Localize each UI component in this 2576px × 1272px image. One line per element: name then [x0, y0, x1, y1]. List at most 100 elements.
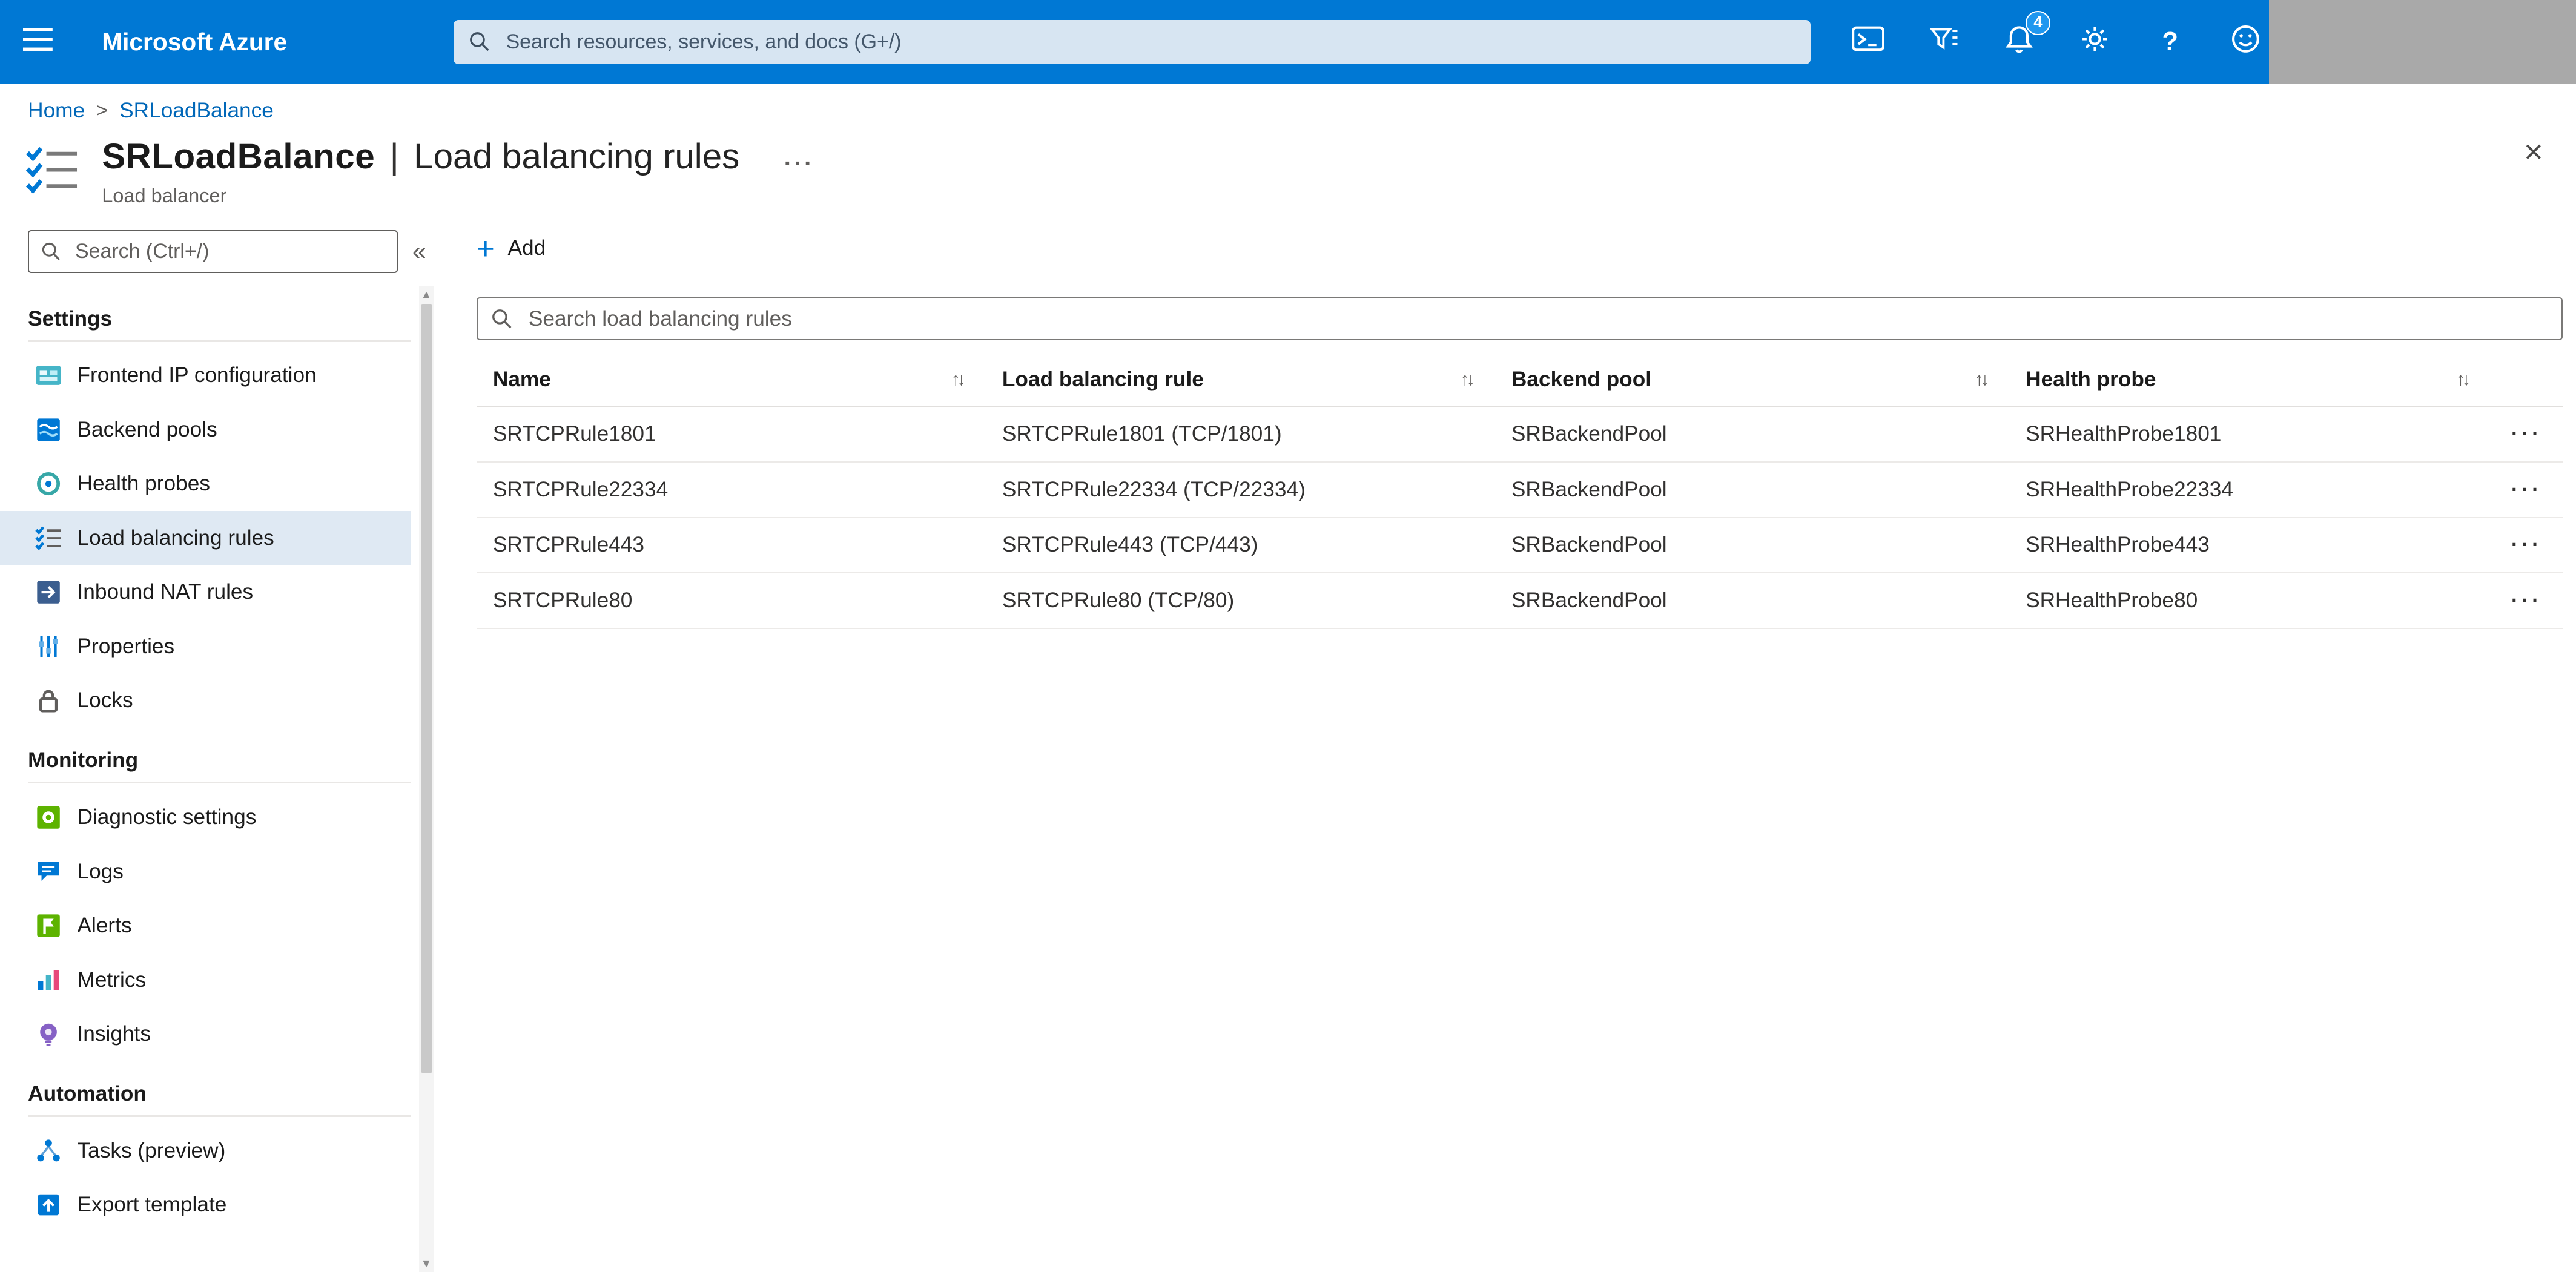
- sidebar-item-label: Properties: [77, 634, 175, 658]
- cloud-shell-icon: [1851, 26, 1884, 58]
- table-row[interactable]: SRTCPRule443 SRTCPRule443 (TCP/443) SRBa…: [476, 518, 2563, 574]
- sidebar-item-metrics[interactable]: Metrics: [0, 953, 411, 1007]
- load-balancing-rules-panel: + Add Name ↑↓ Load balancing rule ↑↓: [440, 227, 2576, 1272]
- sort-icon: ↑↓: [951, 369, 966, 390]
- settings-button[interactable]: [2076, 22, 2113, 62]
- sidebar-item-insights[interactable]: Insights: [0, 1007, 411, 1061]
- table-header-row: Name ↑↓ Load balancing rule ↑↓ Backend p…: [476, 354, 2563, 407]
- sort-icon: ↑↓: [1460, 369, 1475, 390]
- table-row[interactable]: SRTCPRule22334 SRTCPRule22334 (TCP/22334…: [476, 463, 2563, 518]
- directory-filter-button[interactable]: [1926, 22, 1962, 62]
- column-header-load-balancing-rule[interactable]: Load balancing rule ↑↓: [986, 367, 1495, 392]
- column-label: Name: [492, 367, 551, 392]
- cell-backend-pool: SRBackendPool: [1511, 422, 1667, 446]
- sidebar-item-label: Metrics: [77, 967, 147, 992]
- close-blade-button[interactable]: ×: [2524, 136, 2543, 168]
- column-header-name[interactable]: Name ↑↓: [477, 367, 986, 392]
- column-label: Backend pool: [1511, 367, 1652, 392]
- add-rule-button[interactable]: + Add: [477, 232, 546, 264]
- cell-name: SRTCPRule22334: [492, 477, 669, 501]
- title-divider: |: [389, 137, 399, 177]
- rules-table: Name ↑↓ Load balancing rule ↑↓ Backend p…: [476, 354, 2563, 629]
- resource-type-subtitle: Load balancer: [102, 185, 227, 207]
- frontend-ip-icon: [35, 361, 62, 389]
- add-button-label: Add: [507, 236, 546, 260]
- cell-rule: SRTCPRule443 (TCP/443): [1002, 533, 1258, 557]
- sidebar-item-backend-pools[interactable]: Backend pools: [0, 403, 411, 457]
- feedback-button[interactable]: [2228, 22, 2264, 62]
- rules-search-box: [476, 297, 2563, 341]
- rules-search-input[interactable]: [525, 305, 2549, 333]
- tasks-icon: [35, 1137, 62, 1165]
- search-icon: [492, 309, 512, 329]
- sidebar-item-properties[interactable]: Properties: [0, 619, 411, 674]
- account-menu-redacted[interactable]: [2268, 0, 2576, 84]
- cell-name: SRTCPRule80: [492, 588, 633, 612]
- blade-name: Load balancing rules: [414, 137, 740, 177]
- help-button[interactable]: ?: [2152, 22, 2188, 62]
- column-header-backend-pool[interactable]: Backend pool ↑↓: [1495, 367, 2009, 392]
- sidebar-item-label: Alerts: [77, 914, 132, 938]
- backend-pools-icon: [35, 416, 62, 444]
- command-bar: + Add: [477, 227, 2563, 270]
- sidebar-item-export-template[interactable]: Export template: [0, 1178, 411, 1232]
- column-header-health-probe[interactable]: Health probe ↑↓: [2009, 367, 2491, 392]
- sidebar-search-box: [28, 230, 398, 273]
- global-search-input[interactable]: [503, 28, 1796, 56]
- cell-health-probe: SRHealthProbe443: [2026, 533, 2210, 557]
- topbar-actions: 4 ?: [1850, 0, 2264, 84]
- insights-icon: [35, 1020, 62, 1048]
- sidebar-item-label: Logs: [77, 859, 124, 883]
- sidebar-item-diagnostic-settings[interactable]: Diagnostic settings: [0, 790, 411, 845]
- global-search-bar: [453, 19, 1811, 64]
- logs-icon: [35, 857, 62, 885]
- inbound-nat-rules-icon: [35, 578, 62, 606]
- topbar: Microsoft Azure 4: [0, 0, 2576, 84]
- sidebar-item-locks[interactable]: Locks: [0, 674, 411, 728]
- section-title-monitoring: Monitoring: [28, 748, 139, 773]
- scrollbar-up-arrow[interactable]: ▲: [419, 286, 434, 303]
- scrollbar-thumb[interactable]: [420, 304, 432, 1073]
- sidebar-scrollbar[interactable]: ▲ ▼: [418, 286, 434, 1272]
- sort-icon: ↑↓: [1974, 369, 1989, 390]
- table-row[interactable]: SRTCPRule80 SRTCPRule80 (TCP/80) SRBacke…: [476, 573, 2563, 629]
- load-balancing-rules-icon: [35, 524, 62, 552]
- sidebar-item-label: Load balancing rules: [77, 526, 274, 550]
- sidebar-item-alerts[interactable]: Alerts: [0, 898, 411, 953]
- sidebar-collapse-button[interactable]: «: [412, 237, 426, 266]
- notifications-button[interactable]: 4: [2001, 10, 2050, 62]
- azure-portal-window: Microsoft Azure 4: [0, 0, 2576, 1272]
- sidebar-item-inbound-nat-rules[interactable]: Inbound NAT rules: [0, 565, 411, 620]
- row-more-button[interactable]: ···: [2491, 423, 2563, 445]
- sidebar-item-frontend-ip-configuration[interactable]: Frontend IP configuration: [0, 349, 411, 403]
- row-more-button[interactable]: ···: [2491, 533, 2563, 556]
- breadcrumb: Home > SRLoadBalance: [28, 99, 2576, 123]
- sidebar-item-tasks-preview[interactable]: Tasks (preview): [0, 1124, 411, 1178]
- sidebar-item-label: Inbound NAT rules: [77, 580, 254, 604]
- smiley-icon: [2231, 24, 2261, 59]
- row-more-button[interactable]: ···: [2491, 478, 2563, 501]
- section-title-settings: Settings: [28, 306, 113, 331]
- sidebar-item-health-probes[interactable]: Health probes: [0, 457, 411, 512]
- resource-name: SRLoadBalance: [102, 137, 375, 177]
- cell-health-probe: SRHealthProbe80: [2026, 588, 2198, 612]
- metrics-icon: [35, 966, 62, 994]
- table-row[interactable]: SRTCPRule1801 SRTCPRule1801 (TCP/1801) S…: [476, 407, 2563, 463]
- row-more-button[interactable]: ···: [2491, 589, 2563, 611]
- breadcrumb-resource-link[interactable]: SRLoadBalance: [119, 99, 274, 123]
- sidebar-item-logs[interactable]: Logs: [0, 845, 411, 899]
- lock-icon: [35, 687, 62, 714]
- cloud-shell-button[interactable]: [1850, 22, 1886, 62]
- sidebar-item-load-balancing-rules[interactable]: Load balancing rules: [0, 511, 411, 565]
- sidebar-search-input[interactable]: [71, 238, 385, 265]
- scrollbar-down-arrow[interactable]: ▼: [419, 1256, 434, 1272]
- health-probes-icon: [35, 470, 62, 498]
- azure-brand-link[interactable]: Microsoft Azure: [102, 28, 287, 56]
- divider: [28, 782, 411, 784]
- gear-icon: [2080, 24, 2110, 59]
- sidebar-item-label: Export template: [77, 1193, 227, 1217]
- sidebar-top: «: [28, 230, 440, 273]
- hamburger-menu-button[interactable]: [0, 0, 76, 84]
- cell-health-probe: SRHealthProbe1801: [2026, 422, 2222, 446]
- breadcrumb-home-link[interactable]: Home: [28, 99, 85, 123]
